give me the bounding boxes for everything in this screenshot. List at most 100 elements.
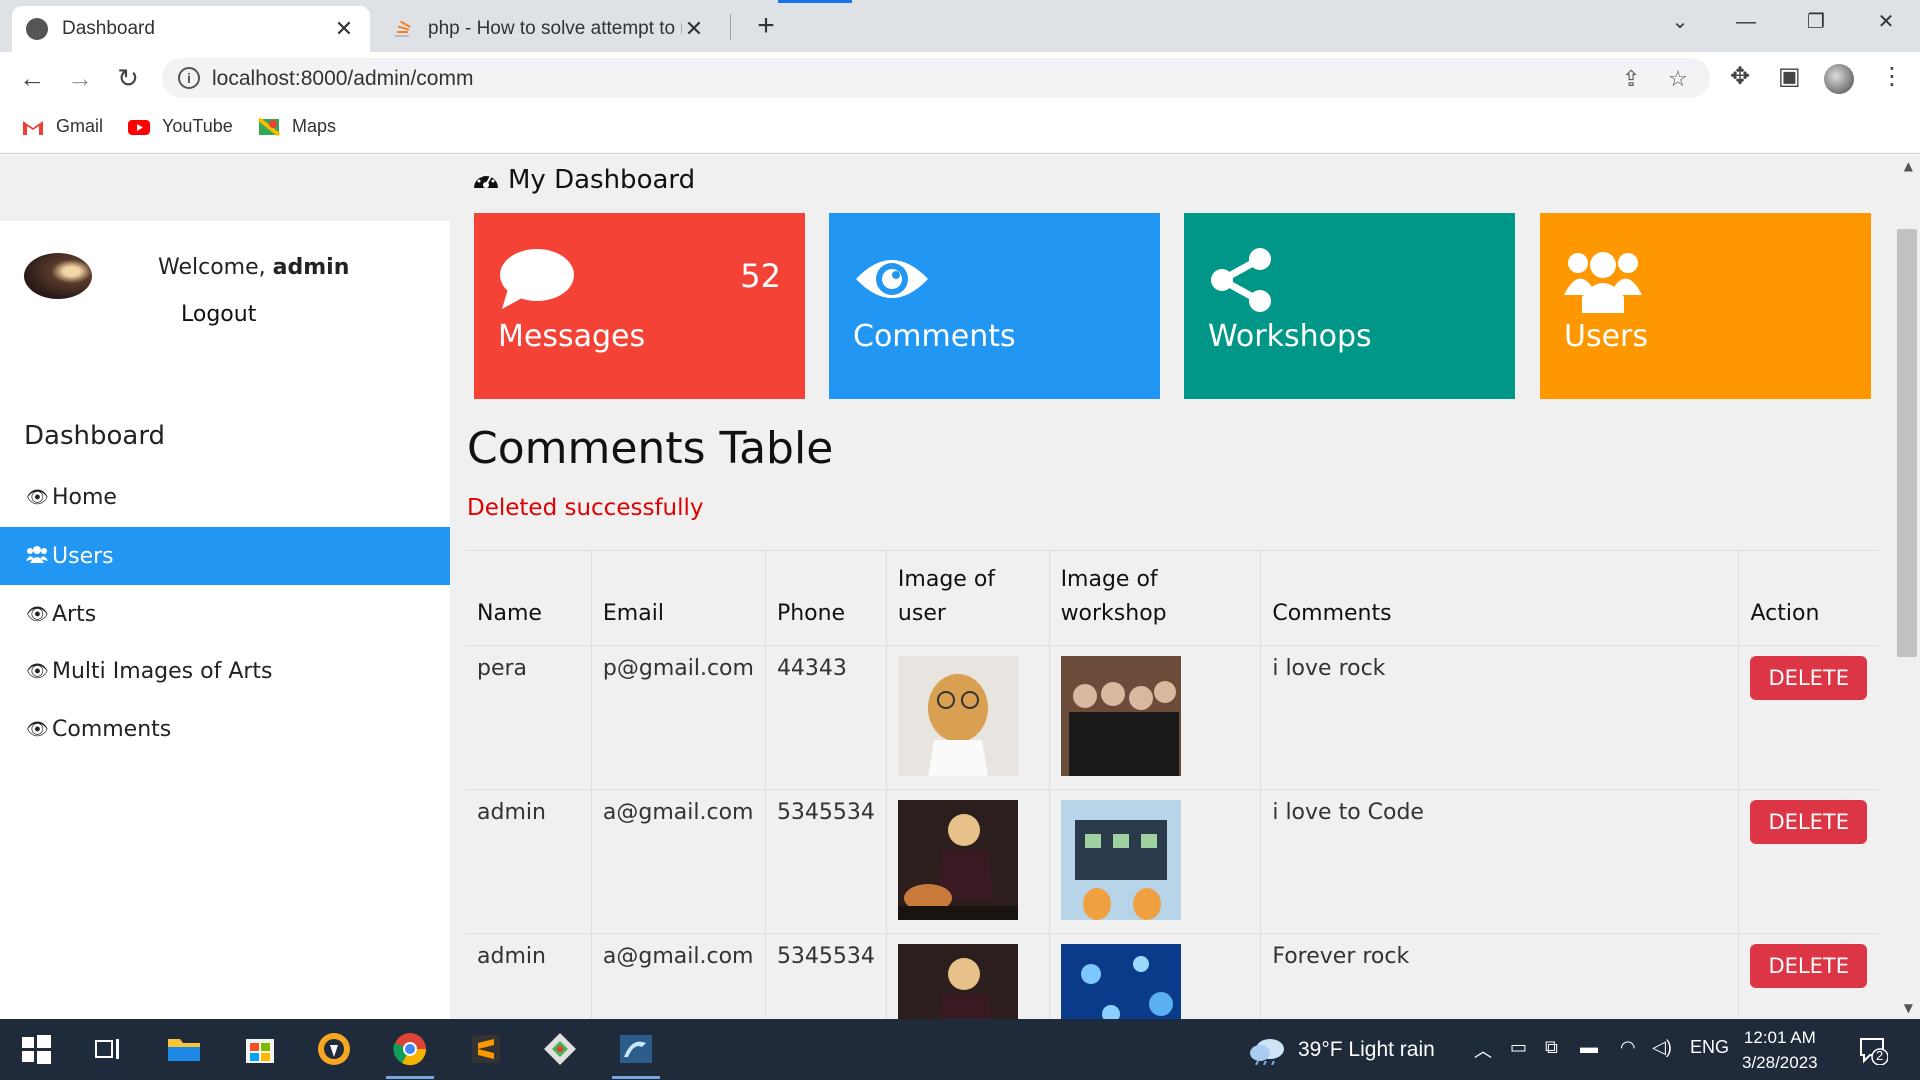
active-app-indicator: [612, 1076, 660, 1079]
card-users[interactable]: Users: [1540, 213, 1871, 399]
cell-phone: 44343: [764, 645, 887, 790]
display-icon[interactable]: ⧉: [1545, 1037, 1558, 1058]
card-messages[interactable]: 52 Messages: [474, 213, 805, 399]
cell-comment: i love rock: [1260, 645, 1739, 790]
chrome-icon[interactable]: [390, 1029, 430, 1069]
close-tab-icon[interactable]: ✕: [332, 16, 356, 42]
menu-kebab-icon[interactable]: ⋮: [1880, 62, 1904, 91]
delete-button[interactable]: DELETE: [1750, 800, 1867, 844]
camera-icon[interactable]: ▭: [1510, 1037, 1527, 1058]
sidebar-heading: Dashboard: [24, 421, 166, 451]
cloud-rain-icon: [1250, 1039, 1284, 1065]
user-image: [897, 944, 1018, 1019]
weather-widget[interactable]: 39°F Light rain: [1248, 1035, 1435, 1065]
volume-icon[interactable]: ◁): [1652, 1037, 1672, 1058]
sidebar-item-label: Multi Images of Arts: [52, 658, 273, 684]
restore-button[interactable]: ❐: [1786, 0, 1846, 44]
sidebar-item-label: Users: [52, 543, 114, 569]
profile-avatar[interactable]: [1824, 64, 1854, 94]
close-window-button[interactable]: ✕: [1856, 0, 1916, 44]
forward-button[interactable]: →: [62, 60, 98, 96]
cell-user-image: [885, 933, 1050, 1019]
dashboard-gauge-icon: [474, 172, 498, 188]
address-bar[interactable]: i localhost:8000/admin/comm ⇪ ☆: [162, 58, 1710, 98]
chevron-up-icon[interactable]: ︿: [1474, 1037, 1492, 1063]
bookmark-star-icon[interactable]: ☆: [1668, 66, 1688, 92]
workshop-image: [1060, 800, 1181, 920]
battery-icon[interactable]: ▬: [1580, 1037, 1598, 1058]
delete-button[interactable]: DELETE: [1750, 944, 1867, 988]
tab-title: Dashboard: [62, 18, 155, 39]
new-tab-button[interactable]: +: [748, 8, 784, 44]
logout-link[interactable]: Logout: [181, 302, 256, 327]
eye-icon: 👁: [26, 603, 49, 625]
cell-name: admin: [466, 789, 592, 934]
sidebar-item-multi-images[interactable]: 👁 Multi Images of Arts: [0, 642, 450, 700]
microsoft-store-icon[interactable]: [240, 1029, 280, 1069]
share-icon[interactable]: ⇪: [1622, 66, 1640, 92]
bookmark-maps[interactable]: Maps: [258, 116, 336, 137]
extensions-icon[interactable]: ✥: [1730, 62, 1750, 91]
clock[interactable]: 12:01 AM 3/28/2023: [1742, 1025, 1818, 1075]
bookmark-gmail[interactable]: Gmail: [22, 116, 103, 137]
users-icon: [26, 545, 52, 568]
clock-date: 3/28/2023: [1742, 1053, 1818, 1072]
vpn-app-icon[interactable]: [314, 1029, 354, 1069]
scroll-thumb[interactable]: [1897, 229, 1917, 657]
wifi-icon[interactable]: ◠: [1620, 1037, 1636, 1058]
language-indicator[interactable]: ENG: [1690, 1037, 1729, 1058]
minimize-button[interactable]: —: [1716, 0, 1776, 44]
cell-workshop-image: [1048, 933, 1261, 1019]
username: admin: [272, 255, 350, 280]
tab-search-icon[interactable]: ⌄: [1650, 0, 1710, 44]
eye-icon: 👁: [26, 486, 49, 508]
sidebar-item-arts[interactable]: 👁 Arts: [0, 585, 450, 643]
sidebar-item-home[interactable]: 👁 Home: [0, 468, 450, 526]
card-workshops[interactable]: Workshops: [1184, 213, 1515, 399]
task-view-icon[interactable]: [88, 1029, 128, 1069]
table-row: admin a@gmail.com 5345534 i love to Code…: [466, 789, 1878, 934]
cell-workshop-image: [1048, 645, 1261, 790]
git-kraken-icon[interactable]: [540, 1029, 580, 1069]
maps-icon: [258, 117, 280, 136]
tab-stackoverflow[interactable]: php - How to solve attempt to re ✕: [378, 6, 720, 52]
file-explorer-icon[interactable]: [164, 1029, 204, 1069]
workshop-image: [1060, 656, 1181, 776]
close-tab-icon[interactable]: ✕: [682, 16, 706, 42]
windows-start-icon[interactable]: [16, 1029, 56, 1069]
card-comments[interactable]: Comments: [829, 213, 1160, 399]
notification-center-icon[interactable]: 2: [1858, 1035, 1889, 1066]
delete-button[interactable]: DELETE: [1750, 656, 1867, 700]
back-button[interactable]: ←: [14, 60, 50, 96]
side-panel-icon[interactable]: ▣: [1778, 62, 1801, 91]
sidebar: Welcome, admin Logout Dashboard 👁 Home U…: [0, 221, 450, 1019]
card-label: Messages: [498, 319, 646, 354]
tab-dashboard[interactable]: Dashboard ✕: [12, 6, 370, 52]
card-count: 52: [740, 257, 781, 295]
page-title: My Dashboard: [472, 165, 695, 195]
cell-name: admin: [466, 933, 592, 1019]
sidebar-item-label: Home: [52, 484, 117, 510]
page-scrollbar[interactable]: ▲ ▼: [1894, 155, 1920, 1019]
card-label: Workshops: [1208, 319, 1372, 354]
status-message: Deleted successfully: [467, 495, 704, 521]
workshop-image: [1060, 944, 1181, 1019]
sublime-text-icon[interactable]: [466, 1029, 506, 1069]
cell-email: p@gmail.com: [590, 645, 766, 790]
mysql-workbench-icon[interactable]: [616, 1029, 656, 1069]
browser-toolbar: ← → ↻ i localhost:8000/admin/comm ⇪ ☆ ✥ …: [0, 52, 1920, 104]
url-text[interactable]: localhost:8000/admin/comm: [212, 67, 473, 91]
weather-text: 39°F Light rain: [1298, 1038, 1435, 1061]
site-info-icon[interactable]: i: [178, 67, 200, 89]
sidebar-item-users[interactable]: Users: [0, 527, 450, 585]
clock-time: 12:01 AM: [1743, 1028, 1816, 1047]
reload-button[interactable]: ↻: [110, 60, 146, 96]
taskbar: 39°F Light rain ︿ ▭ ⧉ ▬ ◠ ◁) ENG 12:01 A…: [0, 1019, 1920, 1080]
cell-action: DELETE: [1738, 933, 1878, 1019]
scroll-up-arrow-icon[interactable]: ▲: [1904, 159, 1913, 173]
scroll-down-arrow-icon[interactable]: ▼: [1904, 1001, 1913, 1015]
page-viewport: Welcome, admin Logout Dashboard 👁 Home U…: [0, 155, 1920, 1019]
sidebar-item-comments[interactable]: 👁 Comments: [0, 700, 450, 758]
bookmark-youtube[interactable]: YouTube: [128, 116, 233, 137]
notification-count: 2: [1876, 1048, 1884, 1063]
